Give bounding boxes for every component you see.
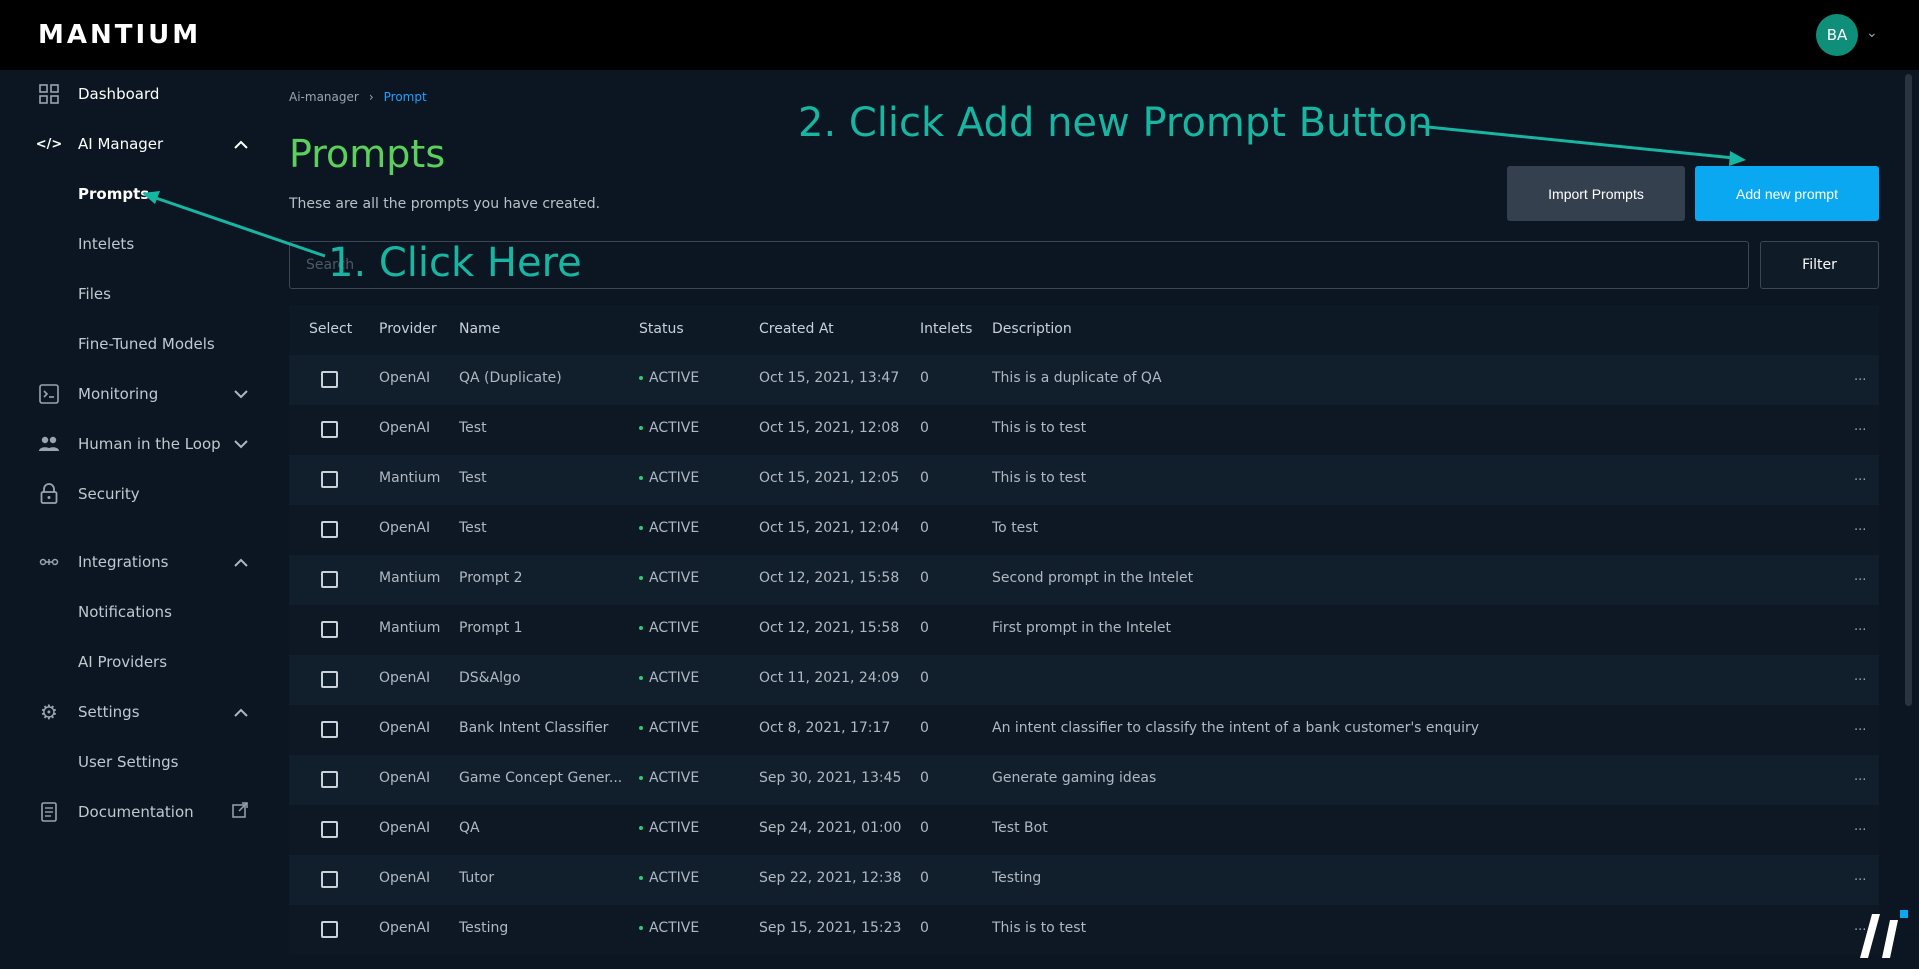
mantium-corner-logo-icon <box>1860 910 1908 958</box>
annotation-arrowhead-2 <box>1729 151 1746 166</box>
annotation-arrow-2 <box>1417 124 1735 160</box>
annotation-arrowhead-1 <box>142 191 160 204</box>
annotation-arrows <box>142 124 1746 258</box>
annotation-arrow-1 <box>149 194 326 258</box>
